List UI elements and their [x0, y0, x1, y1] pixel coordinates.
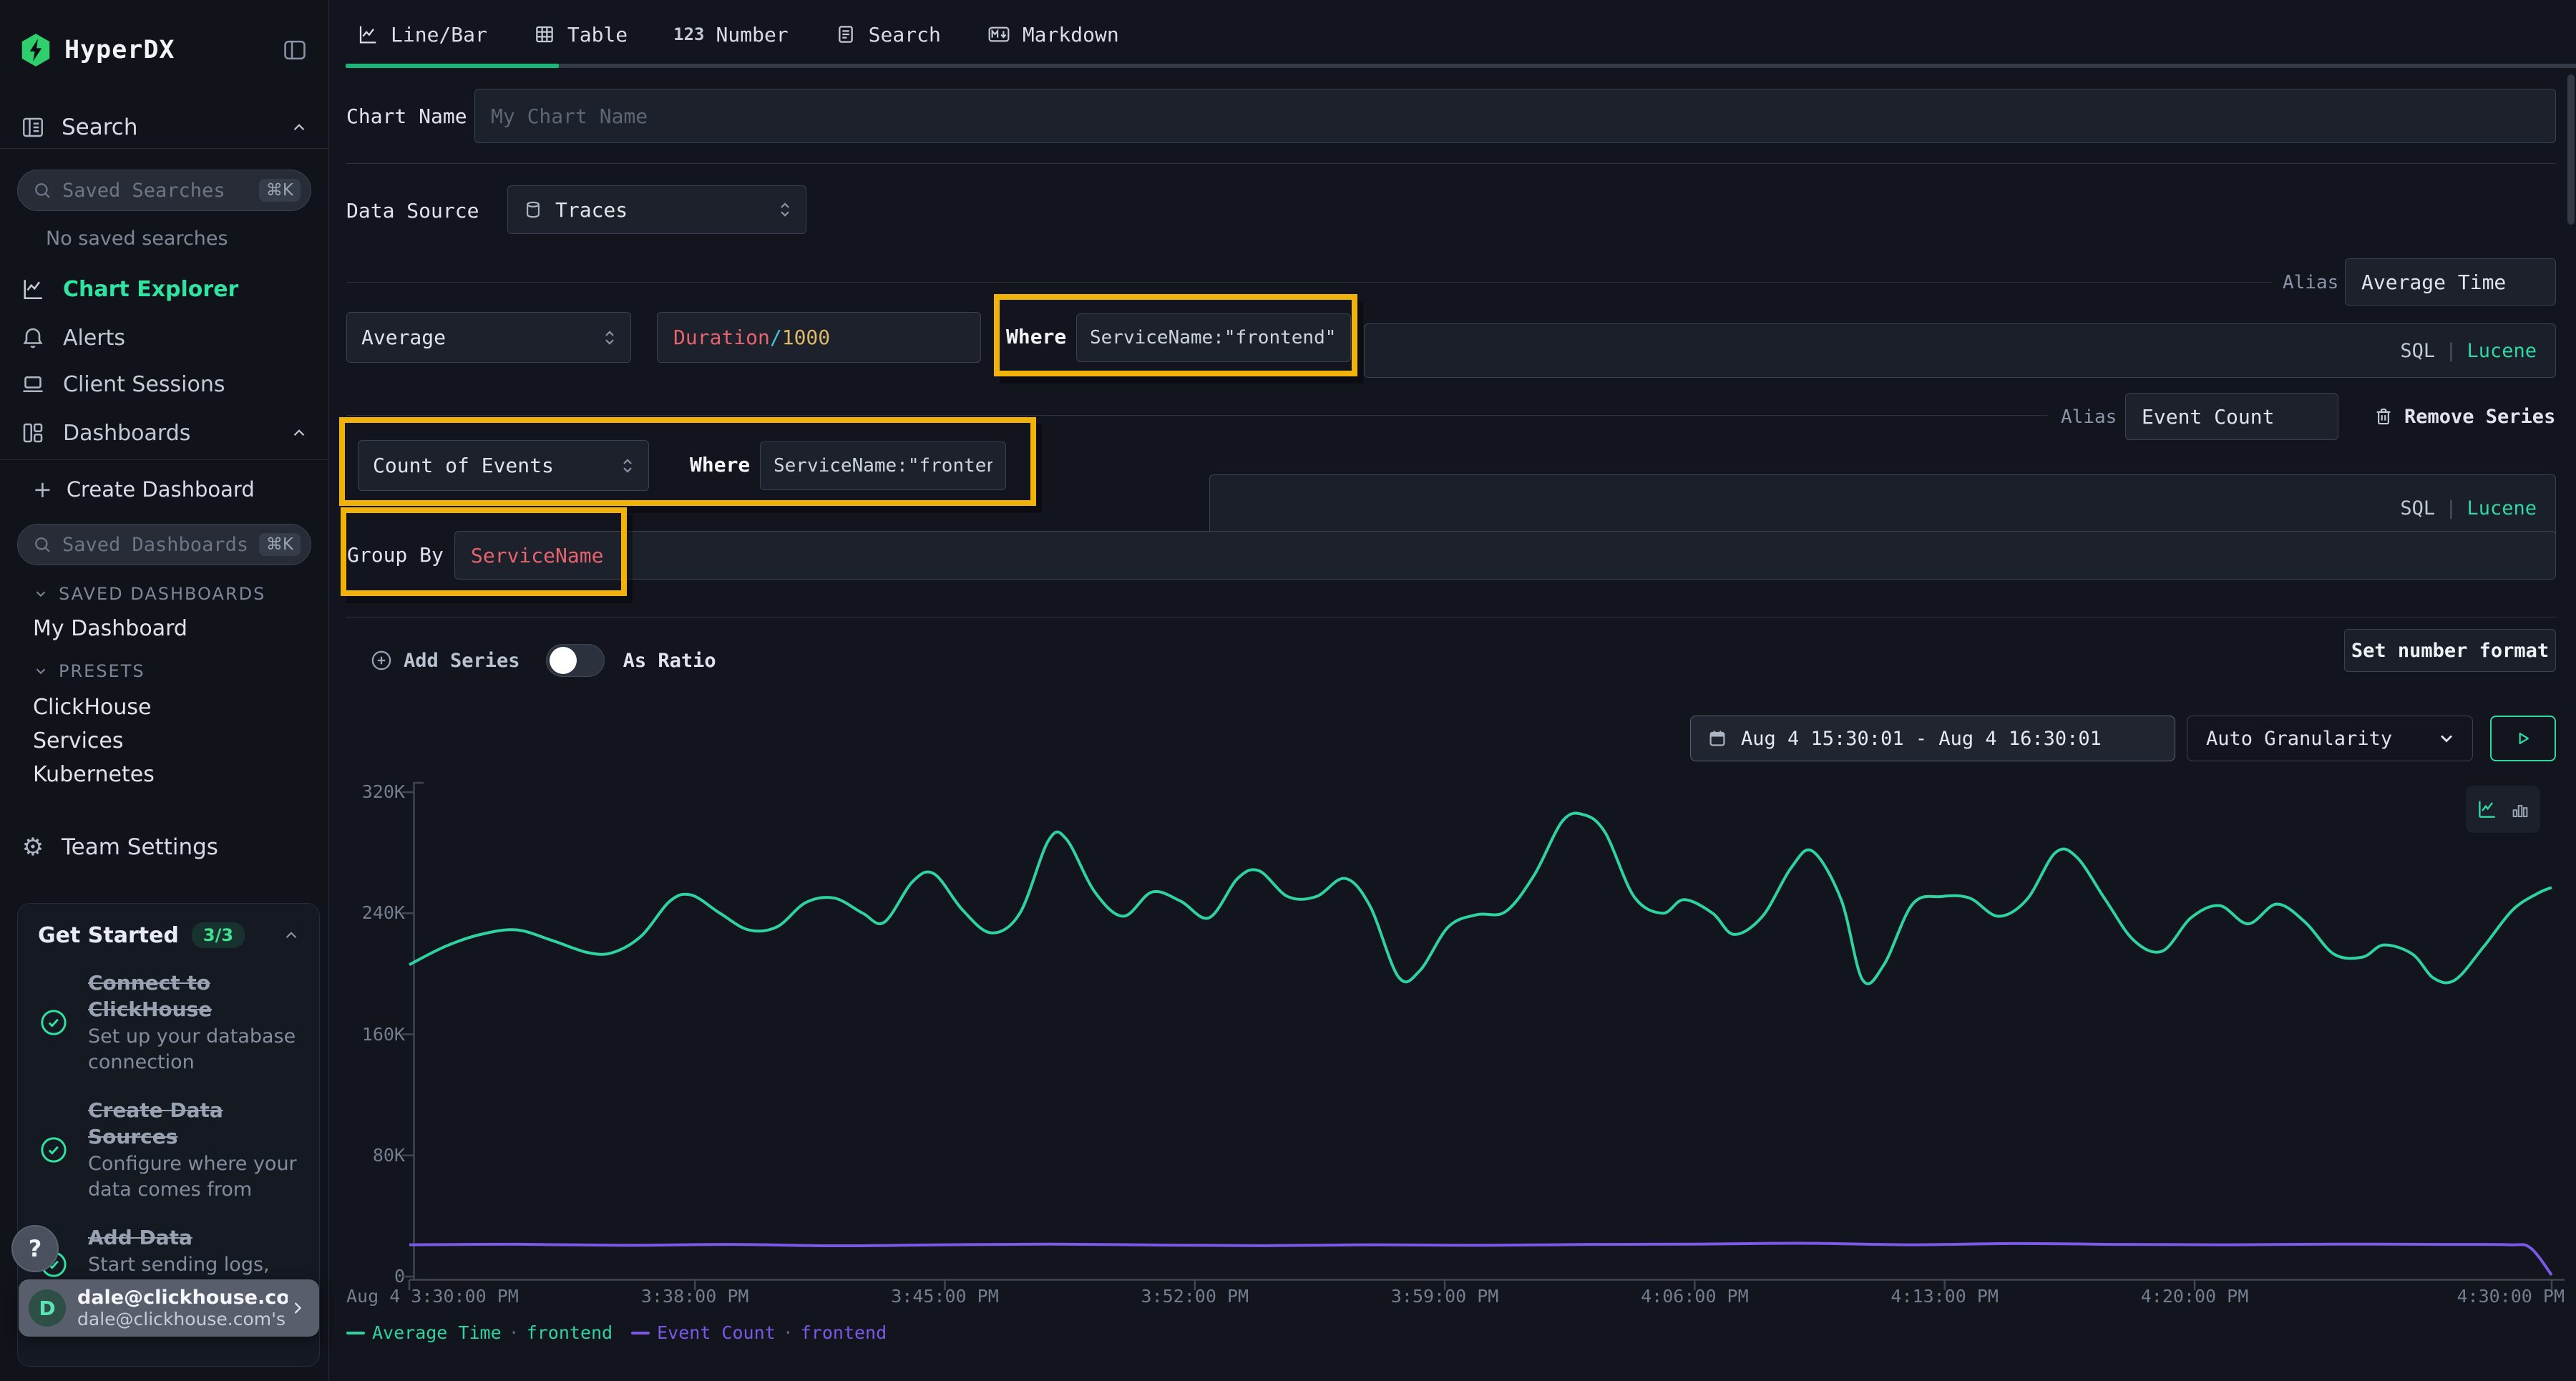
task-description: Set up your database connection: [88, 1024, 301, 1075]
sidebar-item-services[interactable]: Services: [33, 726, 308, 755]
chevron-down-icon: [33, 663, 49, 679]
chevron-up-icon[interactable]: [290, 118, 308, 137]
search-icon: [32, 180, 52, 200]
saved-dashboards-header[interactable]: SAVED DASHBOARDS: [33, 581, 308, 607]
logo-row: HyperDX: [20, 30, 308, 70]
annotation-highlight-group-by: [341, 507, 627, 596]
chevron-right-icon: [288, 1298, 308, 1318]
chevron-up-icon[interactable]: [282, 926, 301, 945]
laptop-icon: [20, 371, 46, 397]
search-panel-icon: [20, 114, 46, 140]
get-started-item[interactable]: Create Data Sources Configure where your…: [38, 1097, 301, 1203]
saved-dashboards-search[interactable]: ⌘K: [17, 524, 311, 565]
annotation-highlight-series-2: [339, 417, 1036, 506]
chevron-down-icon: [33, 586, 49, 602]
divider: [0, 459, 328, 460]
sidebar: HyperDX Search ⌘K No saved searches Char…: [0, 0, 329, 1381]
check-circle-icon: [38, 1007, 69, 1038]
annotation-highlight-where-1: [994, 294, 1357, 376]
chart-line-icon: [20, 276, 46, 302]
shortcut-badge: ⌘K: [259, 533, 301, 556]
sidebar-section-search[interactable]: Search: [20, 112, 308, 143]
sidebar-item-chart-explorer[interactable]: Chart Explorer: [20, 273, 308, 305]
bell-icon: [20, 325, 46, 351]
check-circle-icon: [38, 1134, 69, 1166]
sidebar-item-my-dashboard[interactable]: My Dashboard: [33, 614, 308, 643]
help-button[interactable]: ?: [11, 1225, 59, 1272]
presets-header[interactable]: PRESETS: [33, 658, 308, 684]
hyperdx-logo-icon: [20, 33, 52, 67]
get-started-title: Get Started: [38, 923, 179, 948]
get-started-item[interactable]: Connect to ClickHouse Set up your databa…: [38, 970, 301, 1075]
user-subtitle: dale@clickhouse.com's: [77, 1309, 288, 1329]
user-menu[interactable]: D dale@clickhouse.com dale@clickhouse.co…: [19, 1279, 319, 1337]
no-saved-searches-note: No saved searches: [46, 228, 308, 250]
series-line-event-count[interactable]: [409, 1243, 2552, 1274]
divider: [0, 148, 328, 149]
collapse-sidebar-icon[interactable]: [281, 36, 308, 64]
task-title: Create Data Sources: [88, 1097, 301, 1150]
sidebar-item-alerts[interactable]: Alerts: [20, 322, 308, 353]
progress-badge: 3/3: [192, 922, 245, 948]
app-title: HyperDX: [64, 36, 175, 64]
plus-icon: +: [33, 476, 52, 503]
gear-icon: ⚙: [20, 833, 46, 862]
sidebar-item-dashboards[interactable]: Dashboards: [20, 417, 308, 449]
task-description: Configure where your data comes from: [88, 1151, 301, 1203]
saved-dashboards-input[interactable]: [62, 534, 259, 556]
sidebar-section-label: Search: [62, 114, 290, 140]
shortcut-badge: ⌘K: [259, 179, 301, 202]
sidebar-item-client-sessions[interactable]: Client Sessions: [20, 369, 308, 400]
get-started-header[interactable]: Get Started 3/3: [38, 922, 301, 948]
search-icon: [32, 535, 52, 555]
series-line-average-time[interactable]: [409, 813, 2552, 983]
sidebar-item-team-settings[interactable]: ⚙ Team Settings: [20, 831, 308, 863]
dashboard-grid-icon: [20, 420, 46, 446]
avatar: D: [29, 1289, 66, 1327]
user-email: dale@clickhouse.com: [77, 1287, 288, 1309]
saved-searches-search[interactable]: ⌘K: [17, 170, 311, 211]
chevron-up-icon[interactable]: [290, 424, 308, 442]
task-title: Add Data: [88, 1224, 301, 1251]
timeseries-chart[interactable]: [0, 0, 2576, 1381]
sidebar-item-kubernetes[interactable]: Kubernetes: [33, 760, 308, 789]
saved-searches-input[interactable]: [62, 180, 259, 202]
task-title: Connect to ClickHouse: [88, 970, 301, 1023]
create-dashboard-button[interactable]: + Create Dashboard: [33, 474, 308, 505]
sidebar-item-clickhouse[interactable]: ClickHouse: [33, 693, 308, 721]
